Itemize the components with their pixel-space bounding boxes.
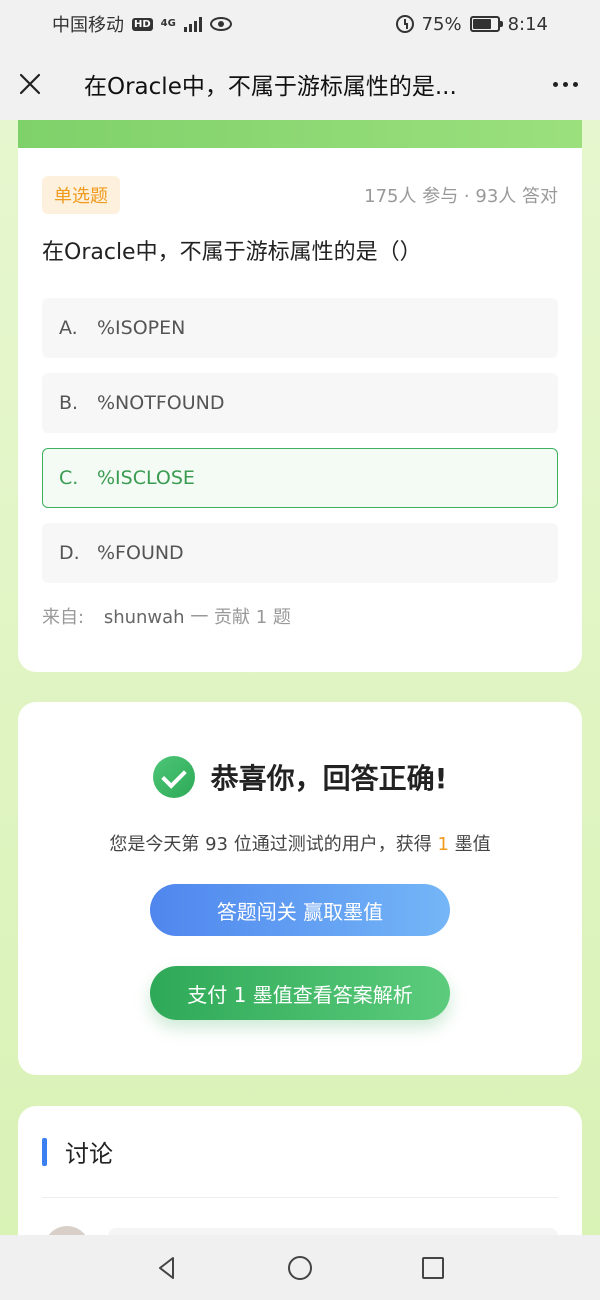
source-label: 来自: [42,607,85,628]
question-stats: 175人 参与 · 93人 答对 [364,186,558,207]
result-title-row: 恭喜你，回答正确! [18,756,582,798]
question-card: 单选题 175人 参与 · 93人 答对 在Oracle中，不属于游标属性的是（… [18,148,582,672]
result-title: 恭喜你，回答正确! [210,762,448,795]
more-dot-icon [552,81,558,87]
result-sub-prefix: 您是今天第 93 位通过测试的用户，获得 [109,834,432,855]
view-analysis-button[interactable]: 支付 1 墨值查看答案解析 [150,966,450,1020]
close-button[interactable] [0,48,60,120]
back-triangle-icon[interactable] [152,1253,182,1283]
option-text: %ISCLOSE [97,467,195,489]
check-circle-icon [152,756,195,798]
carrier-label: 中国移动 [52,15,124,36]
more-button[interactable] [530,48,600,120]
status-right: 75% 8:14 [395,13,548,35]
question-header: 单选题 175人 参与 · 93人 答对 [42,176,558,214]
card-header-strip [18,120,582,148]
battery-icon [469,16,503,32]
option-letter: B. [59,392,79,414]
recent-apps-square-icon[interactable] [418,1253,448,1283]
more-dot-icon [572,81,578,87]
option-d[interactable]: D. %FOUND [42,523,558,583]
home-circle-icon[interactable] [285,1253,315,1283]
close-icon [19,73,41,95]
option-list: A. %ISOPEN B. %NOTFOUND C. %ISCLOSE D. %… [42,298,558,583]
option-c[interactable]: C. %ISCLOSE [42,448,558,508]
question-source: 来自: shunwah 一 贡献 1 题 [42,603,558,629]
reward-value: 1 [437,834,449,855]
option-text: %FOUND [97,542,184,564]
signal-icon [183,16,202,32]
question-text: 在Oracle中，不属于游标属性的是（） [42,240,422,265]
result-subtitle: 您是今天第 93 位通过测试的用户，获得 1 墨值 [18,830,582,856]
question-type-badge: 单选题 [42,176,120,214]
nav-bar: 在Oracle中，不属于游标属性的是... [0,48,600,120]
system-nav-bar [0,1235,600,1300]
author-link[interactable]: shunwah [104,607,185,628]
option-letter: A. [59,317,78,339]
network-label: 4G [160,18,176,29]
discussion-header: 讨论 [42,1106,558,1198]
alarm-icon [395,15,414,33]
option-b[interactable]: B. %NOTFOUND [42,373,558,433]
option-text: %NOTFOUND [97,392,225,414]
option-letter: D. [59,542,80,564]
result-card: 恭喜你，回答正确! 您是今天第 93 位通过测试的用户，获得 1 墨值 答题闯关… [18,702,582,1075]
discussion-title: 讨论 [65,1140,113,1168]
eye-icon [209,17,232,31]
discussion-card: 讨论 [18,1106,582,1272]
more-dot-icon [562,81,568,87]
result-sub-suffix: 墨值 [454,834,491,855]
status-bar: 中国移动 HD 4G 75% 8:14 [0,0,600,48]
option-letter: C. [59,467,79,489]
option-text: %ISOPEN [97,317,186,339]
challenge-button[interactable]: 答题闯关 赢取墨值 [150,884,450,936]
contribution-count: 一 贡献 1 题 [190,607,291,628]
hd-icon: HD [132,17,153,31]
status-left: 中国移动 HD 4G [52,11,232,37]
battery-percent: 75% [421,13,462,35]
option-a[interactable]: A. %ISOPEN [42,298,558,358]
section-marker [42,1137,47,1166]
clock-time: 8:14 [507,13,548,35]
page-title: 在Oracle中，不属于游标属性的是... [84,74,457,100]
